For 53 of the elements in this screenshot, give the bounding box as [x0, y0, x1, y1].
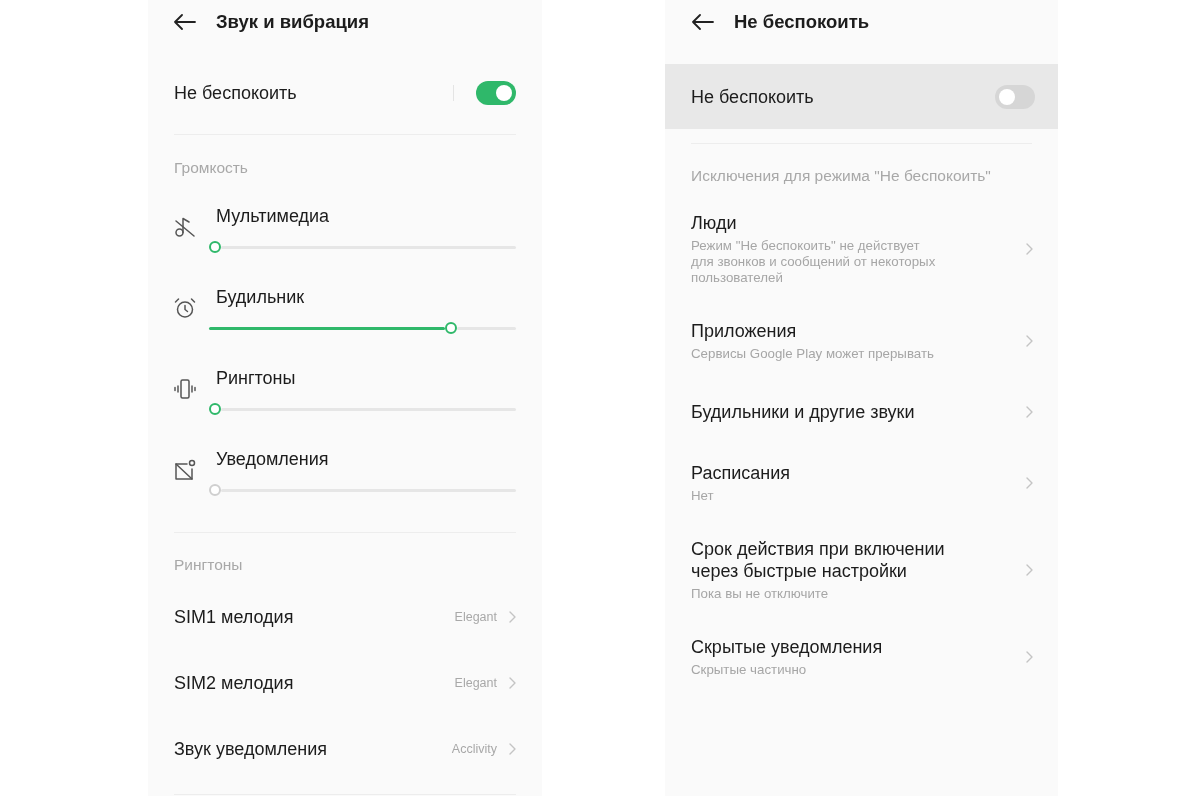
setting-title[interactable]: Будильники и другие звуки [691, 401, 915, 423]
slider-label: Рингтоны [215, 367, 297, 389]
slider-label: Уведомления [215, 448, 330, 470]
setting-title[interactable]: Приложения [691, 320, 797, 342]
slider-thumb[interactable] [209, 241, 221, 253]
back-arrow-icon[interactable] [692, 14, 714, 30]
setting-title[interactable]: SIM1 мелодия [174, 606, 294, 628]
chevron-right-icon [1026, 406, 1033, 418]
setting-description: Сервисы Google Play может прерывать [691, 346, 934, 362]
slider-track[interactable] [209, 322, 516, 334]
setting-description: Пока вы не отключите [691, 586, 829, 602]
chevron-right-icon [509, 677, 516, 689]
screen-title: Звук и вибрация [216, 10, 369, 34]
slider-track[interactable] [209, 403, 516, 415]
section-heading: Исключения для режима "Не беспокоить" [690, 166, 992, 186]
back-arrow-icon[interactable] [174, 14, 196, 30]
setting-title[interactable]: Люди [691, 212, 737, 234]
vibrating-phone-icon [174, 378, 196, 400]
setting-value: Acclivity [451, 741, 497, 757]
chevron-right-icon [1026, 477, 1033, 489]
toggle-switch[interactable] [995, 84, 1035, 109]
setting-title[interactable]: Не беспокоить [691, 85, 814, 108]
section-heading: Рингтоны [174, 555, 244, 575]
setting-title[interactable]: Звук уведомления [174, 738, 328, 760]
alarm-clock-icon [174, 297, 196, 319]
setting-description: Режим "Не беспокоить" не действует для звонков и сообщений от некоторых пользователей [691, 238, 937, 286]
setting-value: Elegant [454, 609, 497, 625]
chevron-right-icon [1026, 651, 1033, 663]
chevron-right-icon [1026, 335, 1033, 347]
screen-title: Не беспокоить [734, 10, 870, 34]
setting-title[interactable]: SIM2 мелодия [174, 672, 294, 694]
chevron-right-icon [1026, 564, 1033, 576]
slider-label: Мультимедиа [215, 205, 331, 227]
slider-thumb[interactable] [209, 403, 221, 415]
crossed-music-note-icon [174, 216, 196, 238]
section-heading: Громкость [174, 158, 249, 178]
chevron-right-icon [509, 611, 516, 623]
chevron-right-icon [1026, 243, 1033, 255]
setting-title[interactable]: Срок действия при включении через быстрые настройки [691, 538, 976, 582]
toggle-switch[interactable] [476, 81, 516, 105]
highlighted-setting-row[interactable]: Не беспокоить [665, 64, 1058, 129]
chevron-right-icon [509, 743, 516, 755]
slider-track[interactable] [209, 241, 516, 253]
setting-description: Нет [691, 488, 714, 504]
setting-title[interactable]: Расписания [691, 462, 790, 484]
setting-description: Скрытые частично [691, 662, 807, 678]
crossed-notification-icon [174, 459, 196, 481]
slider-track[interactable] [209, 484, 516, 496]
setting-value: Elegant [454, 675, 497, 691]
slider-thumb[interactable] [445, 322, 457, 334]
setting-title[interactable]: Скрытые уведомления [691, 636, 883, 658]
setting-title[interactable]: Не беспокоить [174, 82, 297, 104]
slider-label: Будильник [215, 286, 306, 308]
